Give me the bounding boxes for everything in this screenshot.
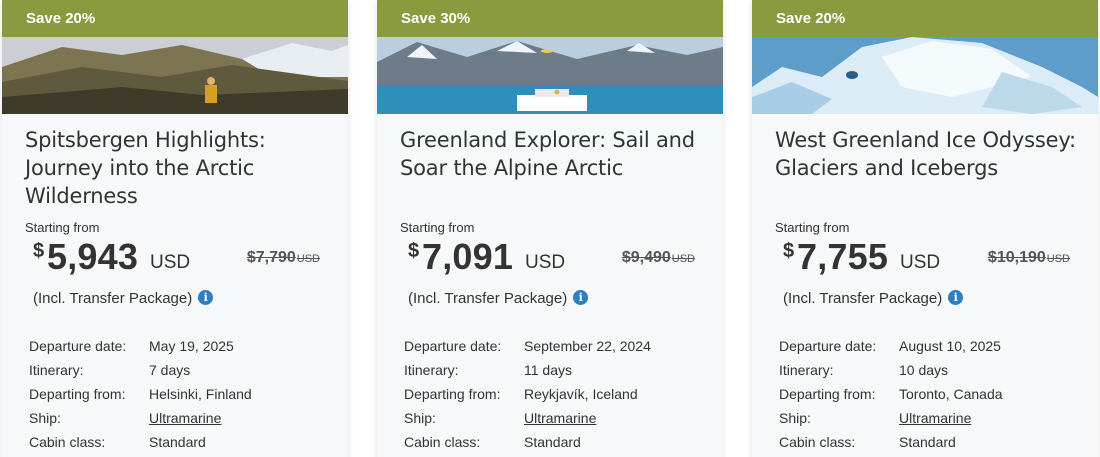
discount-badge: Save 20% xyxy=(752,0,1098,37)
trip-title[interactable]: West Greenland Ice Odyssey: Glaciers and… xyxy=(775,126,1076,212)
trip-cards-list: Save 20% Spitsbergen Highlights: Journey… xyxy=(0,0,1100,457)
ship-link[interactable]: Ultramarine xyxy=(899,410,971,434)
detail-row-cabin-class: Cabin class: Standard xyxy=(779,434,1079,457)
transfer-package-text: (Incl. Transfer Package) xyxy=(33,290,193,307)
detail-value: Standard xyxy=(149,434,206,450)
original-price: $9,490USD xyxy=(622,249,695,267)
detail-label: Itinerary: xyxy=(29,362,84,378)
detail-row-departing-from: Departing from: Helsinki, Finland xyxy=(29,386,329,410)
detail-value: September 22, 2024 xyxy=(524,338,651,354)
ship-link[interactable]: Ultramarine xyxy=(524,410,596,434)
detail-row-departure-date: Departure date: September 22, 2024 xyxy=(404,338,704,362)
detail-row-itinerary: Itinerary: 7 days xyxy=(29,362,329,386)
detail-row-ship: Ship: Ultramarine xyxy=(404,410,704,434)
original-price-currency: USD xyxy=(296,253,320,265)
price-amount: 5,943 xyxy=(47,236,139,277)
detail-label: Departure date: xyxy=(779,338,877,354)
detail-row-departure-date: Departure date: August 10, 2025 xyxy=(779,338,1079,362)
transfer-package-text: (Incl. Transfer Package) xyxy=(408,290,568,307)
detail-value: Standard xyxy=(899,434,956,450)
transfer-package-note: (Incl. Transfer Package) i xyxy=(33,290,214,307)
discount-badge: Save 30% xyxy=(377,0,723,37)
trip-card[interactable]: Save 20% West Greenland Ice Odyssey: Gla… xyxy=(752,0,1098,457)
currency-symbol: $ xyxy=(783,240,795,262)
trip-card[interactable]: Save 30% Greenland Explorer: Sail and So… xyxy=(377,0,723,457)
detail-label: Departure date: xyxy=(404,338,502,354)
detail-label: Cabin class: xyxy=(779,434,856,450)
detail-label: Cabin class: xyxy=(29,434,106,450)
detail-row-departure-date: Departure date: May 19, 2025 xyxy=(29,338,329,362)
detail-row-itinerary: Itinerary: 11 days xyxy=(404,362,704,386)
detail-row-ship: Ship: Ultramarine xyxy=(29,410,329,434)
original-price: $7,790USD xyxy=(247,249,320,267)
trip-title[interactable]: Greenland Explorer: Sail and Soar the Al… xyxy=(400,126,701,212)
price: $ 7,755 USD $10,190USD xyxy=(783,236,1078,280)
currency-symbol: $ xyxy=(33,240,45,262)
price-amount: 7,091 xyxy=(422,236,514,277)
price-amount: 7,755 xyxy=(797,236,889,277)
detail-row-cabin-class: Cabin class: Standard xyxy=(29,434,329,457)
detail-label: Departing from: xyxy=(779,386,876,402)
price: $ 5,943 USD $7,790USD xyxy=(33,236,328,280)
trip-details: Departure date: September 22, 2024 Itiner… xyxy=(404,338,704,457)
detail-value: 11 days xyxy=(524,362,572,378)
detail-label: Ship: xyxy=(29,410,61,426)
original-price-amount: $9,490 xyxy=(621,249,671,266)
info-icon[interactable]: i xyxy=(948,290,964,305)
detail-row-departing-from: Departing from: Reykjavík, Iceland xyxy=(404,386,704,410)
detail-label: Itinerary: xyxy=(779,362,834,378)
trip-image[interactable] xyxy=(752,37,1098,114)
original-price-currency: USD xyxy=(1046,253,1070,265)
price-currency: USD xyxy=(525,252,566,273)
detail-value: 10 days xyxy=(899,362,949,378)
starting-from-label: Starting from xyxy=(25,220,100,235)
detail-label: Departure date: xyxy=(29,338,127,354)
detail-label: Cabin class: xyxy=(404,434,481,450)
currency-symbol: $ xyxy=(408,240,420,262)
detail-value: August 10, 2025 xyxy=(899,338,1001,354)
detail-label: Itinerary: xyxy=(404,362,459,378)
detail-label: Ship: xyxy=(779,410,811,426)
info-icon[interactable]: i xyxy=(198,290,214,305)
detail-value: Helsinki, Finland xyxy=(149,386,252,402)
transfer-package-note: (Incl. Transfer Package) i xyxy=(783,290,964,307)
detail-value: May 19, 2025 xyxy=(149,338,234,354)
trip-image[interactable] xyxy=(377,37,723,114)
detail-value: Reykjavík, Iceland xyxy=(524,386,638,402)
original-price-amount: $7,790 xyxy=(246,249,296,266)
detail-row-departing-from: Departing from: Toronto, Canada xyxy=(779,386,1079,410)
trip-image[interactable] xyxy=(2,37,348,114)
price-currency: USD xyxy=(900,252,941,273)
ship-link[interactable]: Ultramarine xyxy=(149,410,221,434)
detail-value: Standard xyxy=(524,434,581,450)
detail-value: Toronto, Canada xyxy=(899,386,1003,402)
detail-value: 7 days xyxy=(149,362,191,378)
starting-from-label: Starting from xyxy=(775,220,850,235)
detail-label: Departing from: xyxy=(404,386,501,402)
original-price-currency: USD xyxy=(671,253,695,265)
trip-details: Departure date: May 19, 2025 Itinerary: 7 … xyxy=(29,338,329,457)
trip-details: Departure date: August 10, 2025 Itinerary… xyxy=(779,338,1079,457)
starting-from-label: Starting from xyxy=(400,220,475,235)
info-icon[interactable]: i xyxy=(573,290,589,305)
detail-row-ship: Ship: Ultramarine xyxy=(779,410,1079,434)
detail-row-cabin-class: Cabin class: Standard xyxy=(404,434,704,457)
detail-label: Ship: xyxy=(404,410,436,426)
detail-label: Departing from: xyxy=(29,386,126,402)
price: $ 7,091 USD $9,490USD xyxy=(408,236,703,280)
trip-card[interactable]: Save 20% Spitsbergen Highlights: Journey… xyxy=(2,0,348,457)
transfer-package-text: (Incl. Transfer Package) xyxy=(783,290,943,307)
price-currency: USD xyxy=(150,252,191,273)
original-price: $10,190USD xyxy=(988,249,1070,267)
transfer-package-note: (Incl. Transfer Package) i xyxy=(408,290,589,307)
detail-row-itinerary: Itinerary: 10 days xyxy=(779,362,1079,386)
trip-title[interactable]: Spitsbergen Highlights: Journey into the… xyxy=(25,126,326,212)
discount-badge: Save 20% xyxy=(2,0,348,37)
original-price-amount: $10,190 xyxy=(987,249,1046,266)
